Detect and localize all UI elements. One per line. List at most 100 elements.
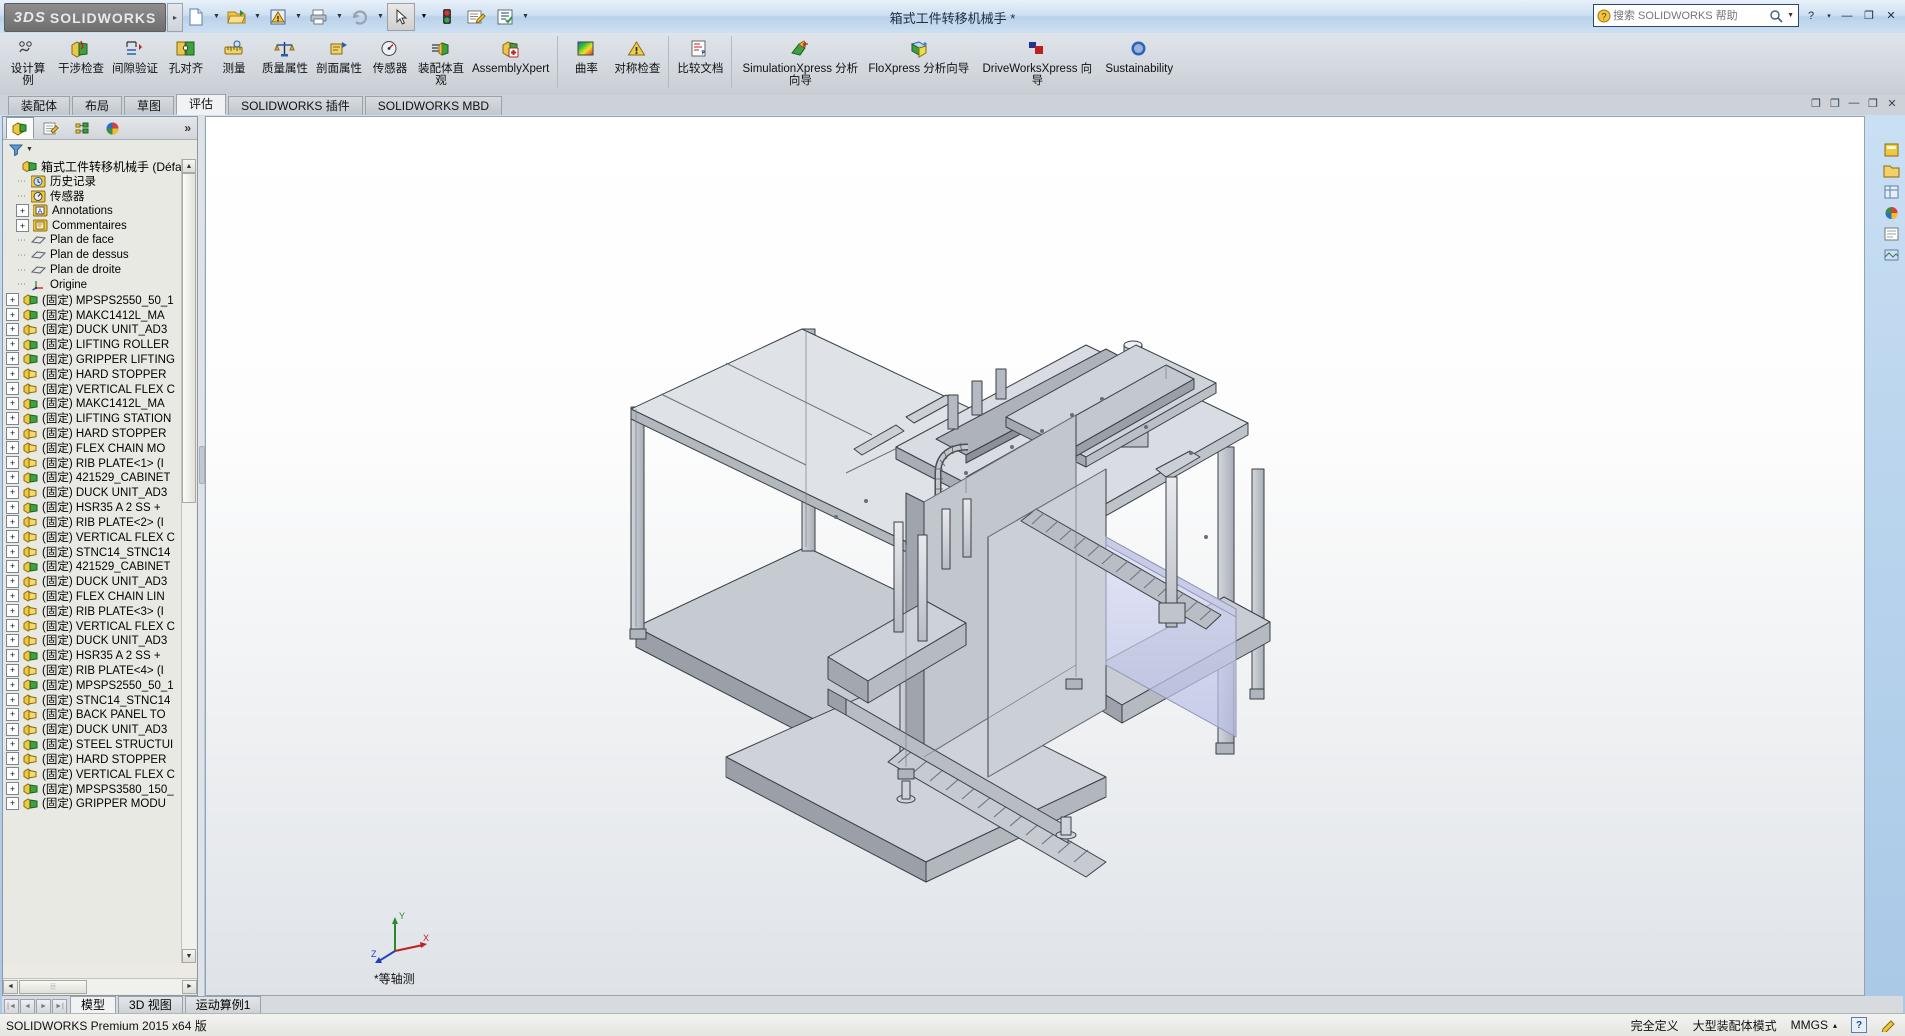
appearances-icon[interactable] — [1881, 203, 1901, 222]
panel-splitter[interactable] — [198, 116, 204, 996]
tab-assembly[interactable]: 装配体 — [8, 96, 70, 115]
bottom-tab-model[interactable]: 模型 — [70, 996, 116, 1014]
search-icon[interactable] — [1767, 7, 1785, 25]
tree-expand-button[interactable]: + — [6, 693, 19, 706]
tree-expand-button[interactable]: + — [6, 649, 19, 662]
tree-item[interactable]: +(固定) VERTICAL FLEX C — [3, 381, 197, 396]
tree-expand-button[interactable]: + — [6, 708, 19, 721]
tree-item[interactable]: +(固定) HSR35 A 2 SS + — [3, 500, 197, 515]
tree-expand-button[interactable]: + — [6, 604, 19, 617]
tree-item[interactable]: ⋯Plan de dessus — [3, 248, 197, 263]
tree-item[interactable]: +(固定) FLEX CHAIN LIN — [3, 589, 197, 604]
mass-properties-button[interactable]: 质量属性 — [258, 33, 312, 95]
tree-item[interactable]: +(固定) HARD STOPPER — [3, 426, 197, 441]
tree-expand-button[interactable]: + — [6, 545, 19, 558]
file-explorer-icon[interactable] — [1881, 161, 1901, 180]
graphics-area[interactable]: Y X Z *等轴测 — [205, 116, 1865, 996]
tree-item[interactable]: +(固定) VERTICAL FLEX C — [3, 618, 197, 633]
tree-vertical-scrollbar[interactable]: ▲ ▼ — [181, 159, 196, 963]
tree-expand-button[interactable]: + — [6, 323, 19, 336]
tree-expand-button[interactable]: + — [6, 619, 19, 632]
tab-evaluate[interactable]: 评估 — [176, 94, 226, 115]
floxpress-button[interactable]: FloXpress 分析向导 — [864, 33, 973, 95]
feature-manager-tab[interactable] — [6, 117, 34, 139]
scene-icon[interactable] — [1881, 245, 1901, 264]
bottom-tab-3d-views[interactable]: 3D 视图 — [118, 996, 183, 1014]
filter-caret[interactable]: ▼ — [26, 146, 33, 153]
hole-alignment-button[interactable]: 孔对齐 — [162, 33, 210, 95]
minimize-button[interactable]: — — [1837, 7, 1857, 25]
tree-expand-button[interactable]: + — [6, 634, 19, 647]
tree-horizontal-scrollbar[interactable]: ◄ ⦙⦙⦙ ► — [3, 978, 197, 994]
tree-item[interactable]: +(固定) RIB PLATE<1> (I — [3, 455, 197, 470]
tree-item[interactable]: +(固定) DUCK UNIT_AD3 — [3, 485, 197, 500]
tree-expand-button[interactable]: + — [6, 589, 19, 602]
tree-item[interactable]: ⋯Plan de droite — [3, 263, 197, 278]
tree-item[interactable]: +(固定) LIFTING ROLLER — [3, 337, 197, 352]
driveworksxpress-button[interactable]: DriveWorksXpress 向导 — [973, 33, 1101, 95]
tree-item[interactable]: +(固定) VERTICAL FLEX C — [3, 766, 197, 781]
tree-expand-button[interactable]: + — [6, 382, 19, 395]
tree-item[interactable]: ⋯Plan de face — [3, 233, 197, 248]
tree-item[interactable]: +(固定) 421529_CABINET — [3, 470, 197, 485]
tree-item[interactable]: +(固定) GRIPPER MODU — [3, 796, 197, 811]
tree-expand-button[interactable]: + — [6, 678, 19, 691]
tab-solidworks-addins[interactable]: SOLIDWORKS 插件 — [228, 96, 363, 115]
tree-item[interactable]: +(固定) HARD STOPPER — [3, 752, 197, 767]
tree-item[interactable]: +(固定) STNC14_STNC14 — [3, 544, 197, 559]
symmetry-check-button[interactable]: 对称检查 — [610, 33, 664, 95]
tree-item[interactable]: +(固定) DUCK UNIT_AD3 — [3, 722, 197, 737]
maximize-doc-icon[interactable]: ❐ — [1866, 96, 1880, 110]
simulationxpress-button[interactable]: SimulationXpress 分析向导 — [736, 33, 864, 95]
tree-expand-button[interactable]: + — [6, 352, 19, 365]
study-nav-button-2[interactable]: ► — [36, 999, 51, 1014]
tree-item[interactable]: +(固定) MPSPS3580_150_ — [3, 781, 197, 796]
configuration-manager-tab[interactable] — [68, 117, 96, 139]
property-manager-tab[interactable] — [37, 117, 65, 139]
tree-item[interactable]: +(固定) BACK PANEL TO — [3, 707, 197, 722]
sensor-button[interactable]: 传感器 — [366, 33, 414, 95]
close-doc-icon[interactable]: ✕ — [1885, 96, 1899, 110]
tree-expand-button[interactable]: + — [6, 412, 19, 425]
tree-item[interactable]: +(固定) STEEL STRUCTUI — [3, 737, 197, 752]
view-palette-icon[interactable] — [1881, 182, 1901, 201]
tree-expand-button[interactable]: + — [6, 471, 19, 484]
tree-hscroll-thumb[interactable]: ⦙⦙⦙ — [19, 980, 87, 994]
tree-expand-button[interactable]: + — [6, 486, 19, 499]
section-properties-button[interactable]: 剖面属性 — [312, 33, 366, 95]
help-button[interactable]: ? — [1801, 7, 1821, 25]
tree-expand-button[interactable]: + — [6, 501, 19, 514]
tree-item[interactable]: +(固定) MAKC1412L_MA — [3, 396, 197, 411]
panel-more-button[interactable]: » — [184, 121, 191, 135]
tree-scroll-down-button[interactable]: ▼ — [182, 949, 196, 963]
tree-item[interactable]: ⋯Origine — [3, 278, 197, 293]
tree-item[interactable]: +(固定) GRIPPER LIFTING — [3, 352, 197, 367]
tree-expand-button[interactable]: + — [6, 441, 19, 454]
display-manager-tab[interactable] — [99, 117, 127, 139]
clearance-verification-button[interactable]: 间隙验证 — [108, 33, 162, 95]
tree-item[interactable]: +(固定) MAKC1412L_MA — [3, 307, 197, 322]
study-nav-button-1[interactable]: ◄ — [20, 999, 35, 1014]
tree-expand-button[interactable]: + — [6, 560, 19, 573]
tree-scroll-left-button[interactable]: ◄ — [3, 980, 18, 994]
pencil-icon[interactable] — [1881, 1018, 1897, 1032]
tree-expand-button[interactable]: + — [6, 752, 19, 765]
assembly-visualization-button[interactable]: 装配体直观 — [414, 33, 468, 95]
tree-expand-button[interactable]: + — [6, 308, 19, 321]
status-units[interactable]: MMGS ▴ — [1791, 1018, 1837, 1032]
close-button[interactable]: ✕ — [1881, 7, 1901, 25]
tree-item[interactable]: +(固定) MPSPS2550_50_1 — [3, 292, 197, 307]
tree-expand-button[interactable]: + — [6, 797, 19, 810]
tree-expand-button[interactable]: + — [6, 338, 19, 351]
tree-expand-button[interactable]: + — [6, 367, 19, 380]
tile-icon[interactable]: ❒ — [1828, 96, 1842, 110]
search-help-box[interactable]: ? ▼ — [1593, 4, 1799, 27]
curvature-button[interactable]: 曲率 — [562, 33, 610, 95]
tree-expand-button[interactable]: + — [6, 530, 19, 543]
tree-root-item[interactable]: 箱式工件转移机械手 (Défau — [3, 159, 197, 174]
tree-expand-button[interactable]: + — [6, 782, 19, 795]
tree-expand-button[interactable]: + — [16, 204, 29, 217]
help-caret[interactable]: ▾ — [1823, 7, 1835, 25]
tree-item[interactable]: +(固定) LIFTING STATION — [3, 411, 197, 426]
feature-tree[interactable]: 箱式工件转移机械手 (Défau⋯历史记录⋯传感器+AAnnotations+C… — [3, 159, 197, 963]
